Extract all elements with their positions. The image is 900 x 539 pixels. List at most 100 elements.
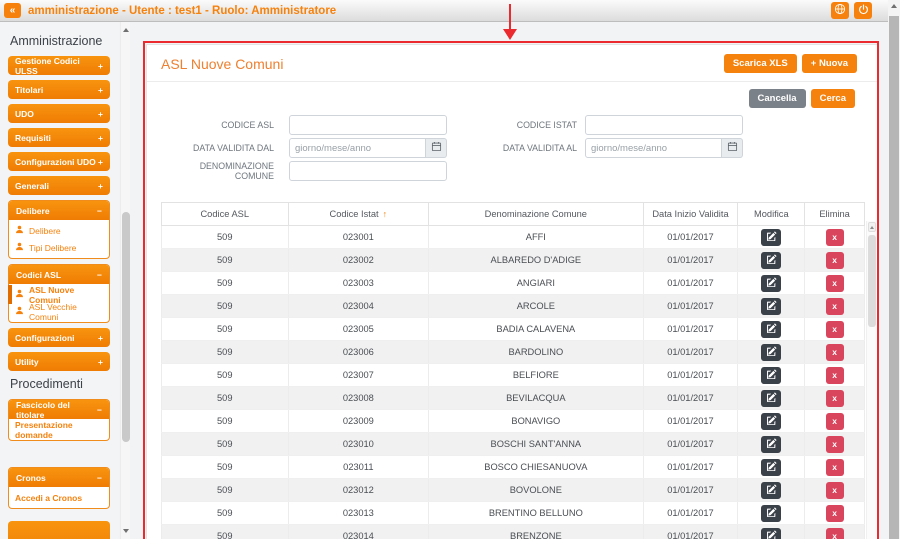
sidebar-scrollbar[interactable] [120, 22, 130, 539]
sidebar-group-requisiti[interactable]: Requisiti+ [8, 128, 110, 147]
delete-button[interactable]: x [826, 436, 844, 453]
globe-button[interactable] [831, 2, 849, 19]
sidebar-group-cronos[interactable]: Cronos− [9, 468, 109, 487]
delete-button[interactable]: x [826, 275, 844, 292]
sidebar-group-utility[interactable]: Utility+ [8, 352, 110, 371]
cell-modifica [738, 272, 805, 295]
power-icon [858, 3, 869, 18]
sidebar-group-fascicolo-del-titolare[interactable]: Fascicolo del titolare− [9, 400, 109, 419]
edit-button[interactable] [761, 436, 781, 453]
new-button[interactable]: + Nuova [802, 54, 857, 73]
codice-asl-label: CODICE ASL [161, 120, 274, 130]
sidebar-item-asl-nuove-comuni[interactable]: ASL Nuove Comuni [9, 286, 109, 303]
delete-button[interactable]: x [826, 528, 844, 539]
sidebar-section-procedimenti: Procedimenti [10, 377, 119, 391]
sidebar-group-titolari[interactable]: Titolari+ [8, 80, 110, 99]
edit-button[interactable] [761, 482, 781, 499]
sidebar-item-delibere[interactable]: Delibere [9, 222, 109, 239]
scroll-up-icon[interactable] [868, 222, 876, 232]
delete-button[interactable]: x [826, 413, 844, 430]
cell-codice-asl: 509 [162, 525, 289, 539]
delete-button[interactable]: x [826, 459, 844, 476]
delete-button[interactable]: x [826, 367, 844, 384]
sidebar-group-generali[interactable]: Generali+ [8, 176, 110, 195]
edit-button[interactable] [761, 390, 781, 407]
sidebar-group-delibere[interactable]: Delibere− [9, 201, 109, 220]
table-scrollbar-thumb[interactable] [868, 235, 876, 327]
edit-pencil-icon [766, 529, 777, 539]
sidebar-collapse-button[interactable]: « [4, 3, 21, 18]
cell-elimina: x [805, 364, 865, 387]
delete-button[interactable]: x [826, 229, 844, 246]
data-validita-al-input[interactable] [585, 138, 722, 158]
sidebar: Amministrazione Gestione Codici ULSS+Tit… [0, 22, 119, 539]
edit-button[interactable] [761, 275, 781, 292]
edit-pencil-icon [766, 253, 777, 268]
edit-button[interactable] [761, 367, 781, 384]
calendar-button[interactable] [426, 138, 447, 158]
delete-button[interactable]: x [826, 298, 844, 315]
sidebar-item-label: Tipi Delibere [29, 243, 76, 253]
sidebar-group-gestione-codici-ulss[interactable]: Gestione Codici ULSS+ [8, 56, 110, 75]
codice-istat-input[interactable] [585, 115, 743, 135]
column-header-codice-asl[interactable]: Codice ASL [162, 203, 289, 226]
page-scrollbar[interactable] [888, 0, 900, 539]
codice-asl-input[interactable] [289, 115, 447, 135]
sidebar-scrollbar-thumb[interactable] [122, 212, 130, 442]
sidebar-group-partial[interactable] [8, 521, 110, 539]
column-header-denominazione-comune[interactable]: Denominazione Comune [429, 203, 643, 226]
edit-button[interactable] [761, 528, 781, 539]
sidebar-item-accedi-a-cronos[interactable]: Accedi a Cronos [9, 489, 109, 506]
cancel-button[interactable]: Cancella [749, 89, 806, 108]
data-validita-dal-input[interactable] [289, 138, 426, 158]
scroll-up-icon[interactable] [123, 28, 129, 32]
search-button[interactable]: Cerca [811, 89, 855, 108]
cell-codice-istat: 023010 [288, 433, 429, 456]
edit-button[interactable] [761, 459, 781, 476]
denominazione-comune-input[interactable] [289, 161, 447, 181]
sidebar-item-asl-vecchie-comuni[interactable]: ASL Vecchie Comuni [9, 303, 109, 320]
collapse-minus-icon: − [97, 206, 102, 216]
cell-codice-asl: 509 [162, 295, 289, 318]
delete-button[interactable]: x [826, 344, 844, 361]
edit-button[interactable] [761, 229, 781, 246]
delete-button[interactable]: x [826, 505, 844, 522]
sidebar-group-udo[interactable]: UDO+ [8, 104, 110, 123]
calendar-button[interactable] [722, 138, 743, 158]
edit-button[interactable] [761, 505, 781, 522]
cell-codice-asl: 509 [162, 387, 289, 410]
sidebar-item-tipi-delibere[interactable]: Tipi Delibere [9, 239, 109, 256]
cell-codice-istat: 023004 [288, 295, 429, 318]
edit-button[interactable] [761, 298, 781, 315]
sidebar-group-expanded-cronos: Cronos− Accedi a Cronos [8, 467, 110, 509]
edit-button[interactable] [761, 321, 781, 338]
scroll-down-icon[interactable] [123, 529, 129, 533]
delete-button[interactable]: x [826, 321, 844, 338]
cell-codice-asl: 509 [162, 502, 289, 525]
table-row: 509023011BOSCO CHIESANUOVA01/01/2017x [162, 456, 865, 479]
cell-modifica [738, 433, 805, 456]
cell-data-inizio-validita: 01/01/2017 [643, 341, 738, 364]
logout-button[interactable] [854, 2, 872, 19]
sidebar-group-configurazioni-udo[interactable]: Configurazioni UDO+ [8, 152, 110, 171]
edit-pencil-icon [766, 483, 777, 498]
page-scrollbar-thumb[interactable] [889, 16, 899, 539]
edit-button[interactable] [761, 252, 781, 269]
calendar-icon [431, 139, 442, 157]
download-xls-button[interactable]: Scarica XLS [724, 54, 797, 73]
sidebar-group-configurazioni[interactable]: Configurazioni+ [8, 328, 110, 347]
cell-codice-istat: 023001 [288, 226, 429, 249]
column-header-data-inizio-validita[interactable]: Data Inizio Validita [643, 203, 738, 226]
denominazione-comune-label: DENOMINAZIONE COMUNE [161, 161, 274, 181]
sidebar-item-presentazione-domande[interactable]: Presentazione domande [9, 421, 109, 438]
sidebar-group-codici-asl[interactable]: Codici ASL− [9, 265, 109, 284]
delete-button[interactable]: x [826, 252, 844, 269]
delete-button[interactable]: x [826, 390, 844, 407]
column-header-codice-istat[interactable]: Codice Istat↑ [288, 203, 429, 226]
scroll-up-icon[interactable] [891, 4, 897, 8]
edit-button[interactable] [761, 344, 781, 361]
delete-button[interactable]: x [826, 482, 844, 499]
table-scrollbar[interactable] [866, 221, 876, 539]
edit-button[interactable] [761, 413, 781, 430]
cell-data-inizio-validita: 01/01/2017 [643, 456, 738, 479]
